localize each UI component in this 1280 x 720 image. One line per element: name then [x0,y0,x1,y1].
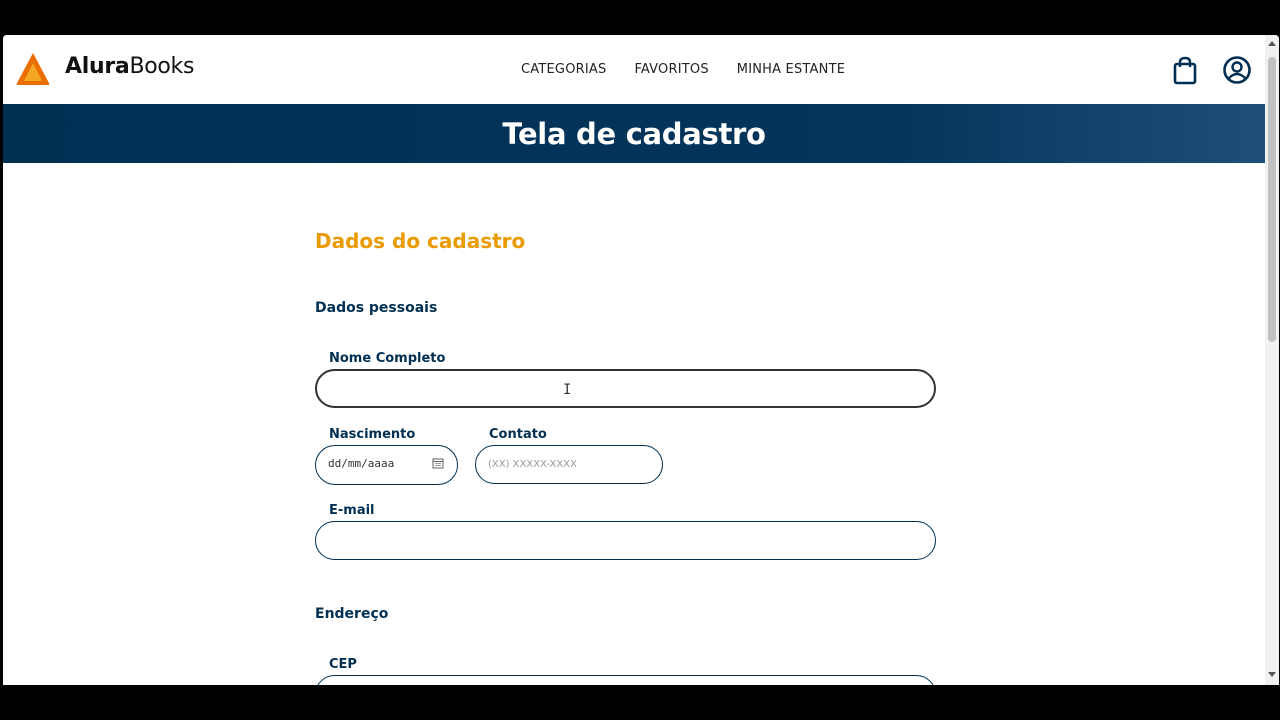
top-navigation: AluraBooks CATEGORIAS FAVORITOS MINHA ES… [3,35,1265,104]
brand-name-bold: Alura [65,54,130,79]
nascimento-placeholder: dd/mm/aaaa [328,457,395,470]
nav-item-minha-estante[interactable]: MINHA ESTANTE [737,62,845,77]
brand-name-light: Books [129,54,195,79]
text-cursor-icon: I [563,382,572,398]
label-nascimento: Nascimento [329,427,416,442]
scroll-thumb[interactable] [1268,57,1276,342]
contato-phone-input[interactable] [475,445,663,484]
label-contato: Contato [489,427,547,442]
page-title-banner: Tela de cadastro [3,104,1265,163]
alurabooks-logo-icon[interactable] [15,51,51,87]
section-address: Endereço [315,606,389,622]
scroll-down-arrow-icon[interactable] [1268,672,1276,677]
brand-name[interactable]: AluraBooks [65,54,194,79]
nav-item-favoritos[interactable]: FAVORITOS [634,62,708,77]
main-nav: CATEGORIAS FAVORITOS MINHA ESTANTE [521,62,845,77]
section-personal-data: Dados pessoais [315,300,438,316]
cep-input[interactable] [315,675,936,685]
label-nome-completo: Nome Completo [329,351,446,366]
vertical-scrollbar[interactable] [1265,35,1279,685]
browser-page: AluraBooks CATEGORIAS FAVORITOS MINHA ES… [3,35,1279,685]
form-title: Dados do cadastro [315,229,526,253]
label-cep: CEP [329,657,357,672]
email-input[interactable] [315,521,936,560]
page-title: Tela de cadastro [502,116,766,151]
nav-item-categorias[interactable]: CATEGORIAS [521,62,606,77]
label-email: E-mail [329,503,375,518]
nome-completo-input[interactable] [315,369,936,408]
user-account-icon[interactable] [1222,55,1252,85]
calendar-icon[interactable] [432,457,444,469]
scroll-up-arrow-icon[interactable] [1268,41,1276,46]
shopping-bag-icon[interactable] [1171,55,1199,85]
